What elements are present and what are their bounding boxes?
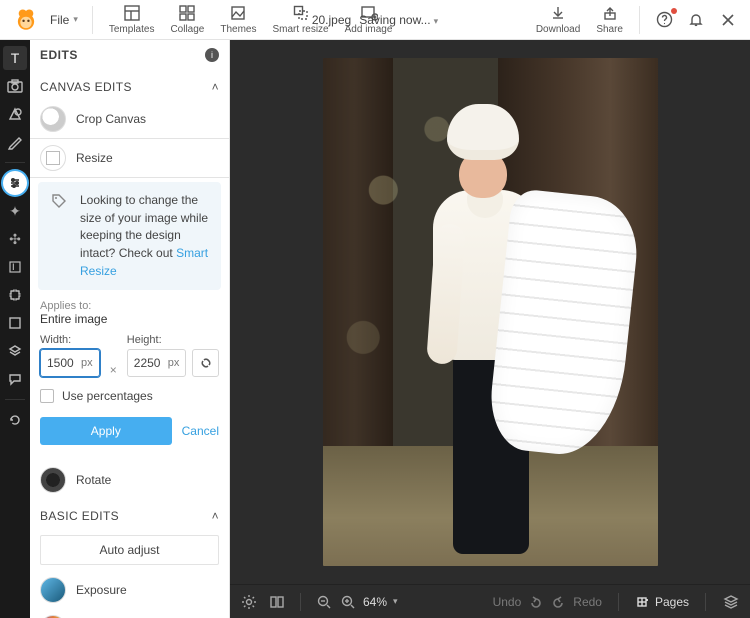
resize-row[interactable]: Resize	[30, 138, 229, 178]
apply-button[interactable]: Apply	[40, 417, 172, 445]
rail-graphics-icon[interactable]	[3, 102, 27, 126]
divider	[92, 6, 93, 34]
rail-frames-icon[interactable]	[3, 283, 27, 307]
cancel-button[interactable]: Cancel	[182, 424, 219, 438]
height-input-box[interactable]: px	[127, 349, 187, 377]
colors-row[interactable]: Colors	[30, 609, 229, 618]
rail-layers-icon[interactable]	[3, 339, 27, 363]
help-icon[interactable]	[654, 10, 674, 30]
bell-icon[interactable]	[686, 10, 706, 30]
rail-crop-icon[interactable]	[3, 311, 27, 335]
rotate-icon	[40, 467, 66, 493]
close-icon[interactable]	[718, 10, 738, 30]
section-canvas-edits[interactable]: CANVAS EDITS ˄	[30, 70, 229, 100]
info-icon[interactable]: i	[205, 48, 219, 62]
settings-icon[interactable]	[240, 593, 258, 611]
rail-textures-icon[interactable]: i	[3, 255, 27, 279]
canvas-area: 64% ▾ Undo Redo Pages	[230, 40, 750, 618]
link-dimensions-button[interactable]	[192, 349, 219, 377]
applies-label: Applies to:	[40, 300, 219, 312]
share-icon	[601, 4, 619, 22]
rail-effects-icon[interactable]: ✦	[3, 199, 27, 223]
rail-edits-icon[interactable]	[3, 171, 27, 195]
file-menu-label: File	[50, 13, 69, 27]
top-bar: File ▾ Templates Collage Themes Smart re…	[0, 0, 750, 40]
panel-header: EDITS i	[30, 40, 229, 70]
document-title-area: 20.jpeg Saving now... ▾	[312, 13, 438, 27]
templates-icon	[123, 4, 141, 22]
use-percentages-checkbox[interactable]: Use percentages	[30, 377, 229, 417]
pages-button[interactable]: Pages	[635, 595, 689, 609]
checkbox-icon	[40, 389, 54, 403]
divider	[705, 593, 706, 611]
left-rail: T ✦ ✣ i	[0, 40, 30, 618]
zoom-out-icon[interactable]	[315, 593, 333, 611]
undo-button[interactable]: Undo	[493, 595, 542, 609]
layers-toggle-icon[interactable]	[722, 593, 740, 611]
download-button[interactable]: Download	[528, 1, 588, 38]
edits-panel: EDITS i CANVAS EDITS ˄ Crop Canvas Resiz…	[30, 40, 230, 618]
width-input-box[interactable]: px	[40, 349, 100, 377]
document-title[interactable]: 20.jpeg	[312, 13, 351, 27]
rotate-row[interactable]: Rotate	[30, 461, 229, 499]
templates-button[interactable]: Templates	[101, 1, 163, 38]
bottom-bar: 64% ▾ Undo Redo Pages	[230, 584, 750, 618]
crop-canvas-icon	[40, 106, 66, 132]
rail-camera-icon[interactable]	[3, 74, 27, 98]
download-icon	[549, 4, 567, 22]
applies-value: Entire image	[40, 312, 219, 326]
crop-canvas-row[interactable]: Crop Canvas	[30, 100, 229, 138]
exposure-icon	[40, 577, 66, 603]
chevron-up-icon: ˄	[212, 509, 219, 523]
chevron-down-icon: ▾	[73, 14, 78, 25]
notification-dot-icon	[671, 8, 677, 14]
height-input[interactable]	[134, 356, 168, 370]
file-menu[interactable]: File ▾	[44, 10, 84, 30]
divider	[300, 593, 301, 611]
resize-icon	[40, 145, 66, 171]
divider	[618, 593, 619, 611]
svg-text:i: i	[12, 260, 15, 273]
width-unit: px	[81, 357, 93, 369]
tag-icon	[48, 192, 70, 280]
smart-resize-icon	[292, 4, 310, 22]
panel-title: EDITS	[40, 48, 78, 62]
rail-comment-icon[interactable]	[3, 367, 27, 391]
share-button[interactable]: Share	[588, 1, 631, 38]
section-basic-edits[interactable]: BASIC EDITS ˄	[30, 499, 229, 529]
collage-icon	[178, 4, 196, 22]
canvas-stage[interactable]	[230, 40, 750, 584]
width-label: Width:	[40, 334, 100, 346]
themes-button[interactable]: Themes	[212, 1, 264, 38]
zoom-in-icon[interactable]	[339, 593, 357, 611]
chevron-down-icon: ▾	[434, 16, 439, 26]
width-input[interactable]	[47, 356, 81, 370]
zoom-level[interactable]: 64%	[363, 595, 387, 609]
auto-adjust-button[interactable]: Auto adjust	[40, 535, 219, 565]
chevron-up-icon: ˄	[212, 80, 219, 94]
rail-touchup-icon[interactable]: ✣	[3, 227, 27, 251]
chevron-down-icon[interactable]: ▾	[393, 596, 398, 607]
themes-icon	[229, 4, 247, 22]
mirror-icon[interactable]	[268, 593, 286, 611]
rail-history-icon[interactable]	[3, 408, 27, 432]
height-label: Height:	[127, 334, 187, 346]
divider	[639, 6, 640, 34]
rail-text-icon[interactable]: T	[3, 46, 27, 70]
rail-draw-icon[interactable]	[3, 130, 27, 154]
collage-button[interactable]: Collage	[162, 1, 212, 38]
redo-button[interactable]: Redo	[553, 595, 602, 609]
brand-logo[interactable]	[11, 5, 41, 35]
saving-status: Saving now... ▾	[359, 13, 438, 27]
multiply-icon: ×	[106, 363, 121, 377]
canvas-image[interactable]	[323, 58, 658, 566]
smart-resize-hint: Looking to change the size of your image…	[38, 182, 221, 290]
height-unit: px	[168, 357, 180, 369]
exposure-row[interactable]: Exposure	[30, 571, 229, 609]
